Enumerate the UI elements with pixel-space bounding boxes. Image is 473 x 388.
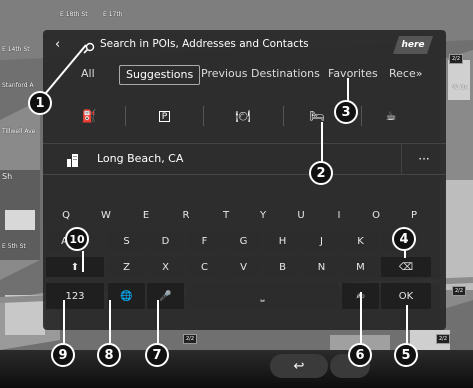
key-j[interactable]: J bbox=[303, 231, 340, 251]
filter-tabs: All Suggestions Previous Destinations Fa… bbox=[43, 62, 446, 86]
cafe-icon[interactable]: ☕ bbox=[383, 108, 399, 124]
more-options-button[interactable]: ··· bbox=[401, 144, 446, 174]
divider bbox=[361, 106, 362, 126]
callout-4: 4 bbox=[392, 227, 416, 251]
lane-badge: 2/2 bbox=[436, 334, 451, 344]
key-v[interactable]: V bbox=[225, 257, 262, 277]
space-key[interactable]: ⎵ bbox=[186, 283, 339, 309]
numbers-key[interactable]: 123 bbox=[46, 283, 104, 309]
key-f[interactable]: F bbox=[186, 231, 223, 251]
callout-7: 7 bbox=[145, 343, 169, 367]
search-bar: ‹ Search in POIs, Addresses and Contacts… bbox=[43, 30, 446, 60]
map-street-label: W Oc bbox=[452, 84, 468, 91]
key-d[interactable]: D bbox=[147, 231, 184, 251]
hotel-icon[interactable]: 🛏 bbox=[309, 108, 325, 124]
on-screen-keyboard: Q W E R T Y U I O P A S D F G H J K L ⬆ … bbox=[46, 205, 443, 326]
tab-previous-destinations[interactable]: Previous Destinations bbox=[195, 65, 326, 83]
key-p[interactable]: P bbox=[394, 205, 434, 225]
key-k[interactable]: K bbox=[342, 231, 379, 251]
lane-badge: 2/2 bbox=[449, 54, 464, 64]
location-row[interactable]: Long Beach, CA ··· bbox=[43, 143, 446, 175]
key-c[interactable]: C bbox=[186, 257, 223, 277]
callout-1: 1 bbox=[28, 91, 52, 115]
key-x[interactable]: X bbox=[147, 257, 184, 277]
map-street-label: E 14th St bbox=[2, 46, 30, 53]
lane-badge: 2/2 bbox=[452, 286, 467, 296]
tab-favorites[interactable]: Favorites bbox=[322, 65, 384, 83]
current-location-text: Long Beach, CA bbox=[97, 152, 184, 165]
key-s[interactable]: S bbox=[108, 231, 145, 251]
key-h[interactable]: H bbox=[264, 231, 301, 251]
callout-3: 3 bbox=[334, 100, 358, 124]
callout-9: 9 bbox=[51, 343, 75, 367]
callout-2: 2 bbox=[309, 161, 333, 185]
ok-key[interactable]: OK bbox=[381, 283, 431, 309]
key-u[interactable]: U bbox=[281, 205, 321, 225]
key-y[interactable]: Y bbox=[243, 205, 283, 225]
map-street-label: Tillwell Ave bbox=[2, 128, 36, 135]
key-m[interactable]: M bbox=[342, 257, 379, 277]
key-o[interactable]: O bbox=[356, 205, 396, 225]
return-button[interactable]: ↩ bbox=[270, 354, 328, 378]
category-row: ⛽ P 🍽 🛏 ☕ bbox=[43, 94, 446, 138]
search-input[interactable]: Search in POIs, Addresses and Contacts bbox=[100, 38, 309, 50]
map-street-label: E 5th St bbox=[2, 243, 26, 250]
shift-key[interactable]: ⬆ bbox=[46, 257, 104, 277]
back-button[interactable]: ‹ bbox=[55, 37, 60, 52]
here-logo: here bbox=[393, 36, 433, 54]
backspace-key[interactable]: ⌫ bbox=[381, 257, 431, 277]
callout-8: 8 bbox=[97, 343, 121, 367]
map-street-label: Sh bbox=[2, 172, 13, 181]
map-street-label: E 17th bbox=[103, 11, 123, 18]
key-t[interactable]: T bbox=[206, 205, 246, 225]
key-b[interactable]: B bbox=[264, 257, 301, 277]
fuel-station-icon[interactable]: ⛽ bbox=[81, 108, 97, 124]
key-r[interactable]: R bbox=[166, 205, 206, 225]
tab-suggestions[interactable]: Suggestions bbox=[119, 65, 201, 85]
map-street-label: E 18th St bbox=[60, 11, 88, 18]
divider bbox=[283, 106, 284, 126]
callout-10: 10 bbox=[65, 227, 89, 251]
handwriting-key[interactable]: ✍ bbox=[342, 283, 379, 309]
lane-badge: 2/2 bbox=[183, 334, 198, 344]
key-g[interactable]: G bbox=[225, 231, 262, 251]
restaurant-icon[interactable]: 🍽 bbox=[235, 108, 251, 124]
building-icon bbox=[66, 152, 80, 167]
parking-icon[interactable]: P bbox=[159, 111, 170, 122]
key-i[interactable]: I bbox=[319, 205, 359, 225]
callout-5: 5 bbox=[394, 343, 418, 367]
search-icon bbox=[83, 39, 95, 54]
callout-6: 6 bbox=[348, 343, 372, 367]
language-key[interactable]: 🌐 bbox=[108, 283, 145, 309]
tab-recent[interactable]: Rece» bbox=[383, 65, 428, 83]
map-street-label: Stanford A bbox=[2, 82, 34, 89]
key-n[interactable]: N bbox=[303, 257, 340, 277]
divider bbox=[203, 106, 204, 126]
divider bbox=[125, 106, 126, 126]
voice-input-key[interactable]: 🎤 bbox=[147, 283, 184, 309]
key-w[interactable]: W bbox=[86, 205, 126, 225]
key-e[interactable]: E bbox=[126, 205, 166, 225]
tab-all[interactable]: All bbox=[75, 65, 101, 83]
key-q[interactable]: Q bbox=[46, 205, 86, 225]
key-z[interactable]: Z bbox=[108, 257, 145, 277]
